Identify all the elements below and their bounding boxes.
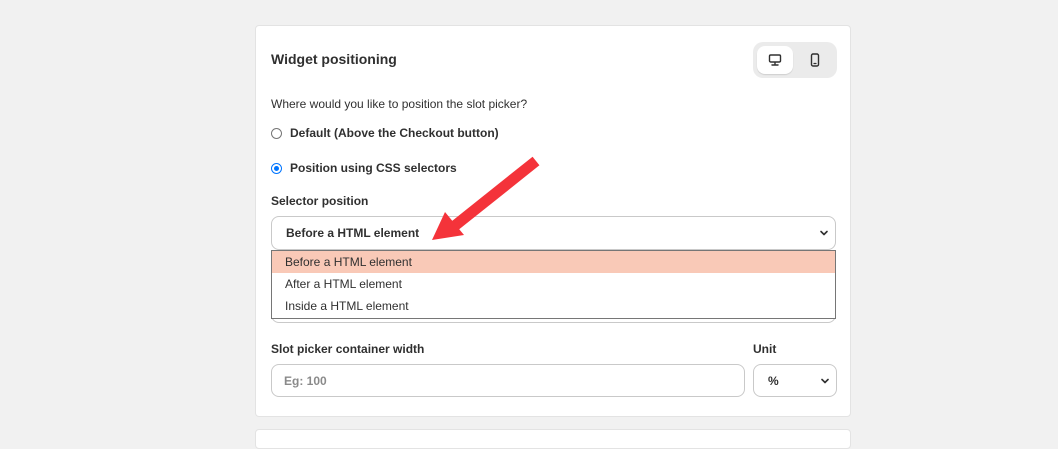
radio-css-selectors[interactable]: [271, 162, 282, 174]
next-card: [255, 429, 851, 449]
radio-default-label: Default (Above the Checkout button): [290, 126, 499, 140]
card-title: Widget positioning: [271, 51, 397, 67]
width-input-placeholder: Eg: 100: [284, 373, 327, 388]
device-toggle: [753, 42, 837, 78]
position-question: Where would you like to position the slo…: [271, 97, 528, 111]
dropdown-option-after[interactable]: After a HTML element: [272, 273, 835, 295]
selector-position-select[interactable]: Before a HTML element: [271, 216, 836, 250]
mobile-icon: [810, 53, 820, 67]
width-input[interactable]: Eg: 100: [271, 364, 745, 397]
desktop-view-button[interactable]: [757, 46, 793, 74]
unit-value: %: [768, 373, 779, 388]
radio-css-label: Position using CSS selectors: [290, 161, 457, 175]
radio-default-option[interactable]: Default (Above the Checkout button): [271, 126, 499, 140]
selector-position-value: Before a HTML element: [286, 226, 420, 240]
unit-select[interactable]: %: [753, 364, 837, 397]
width-label: Slot picker container width: [271, 342, 425, 356]
widget-positioning-card: Widget positioning Where would you like …: [255, 25, 851, 417]
dropdown-option-inside[interactable]: Inside a HTML element: [272, 295, 835, 317]
chevron-down-icon: [821, 378, 829, 383]
desktop-icon: [768, 54, 782, 66]
dropdown-option-before[interactable]: Before a HTML element: [272, 251, 835, 273]
chevron-down-icon: [820, 230, 828, 236]
radio-default[interactable]: [271, 127, 282, 139]
mobile-view-button[interactable]: [797, 46, 833, 74]
selector-position-label: Selector position: [271, 194, 369, 208]
selector-position-dropdown: Before a HTML element After a HTML eleme…: [271, 250, 836, 319]
unit-label: Unit: [753, 342, 777, 356]
radio-css-option[interactable]: Position using CSS selectors: [271, 161, 457, 175]
